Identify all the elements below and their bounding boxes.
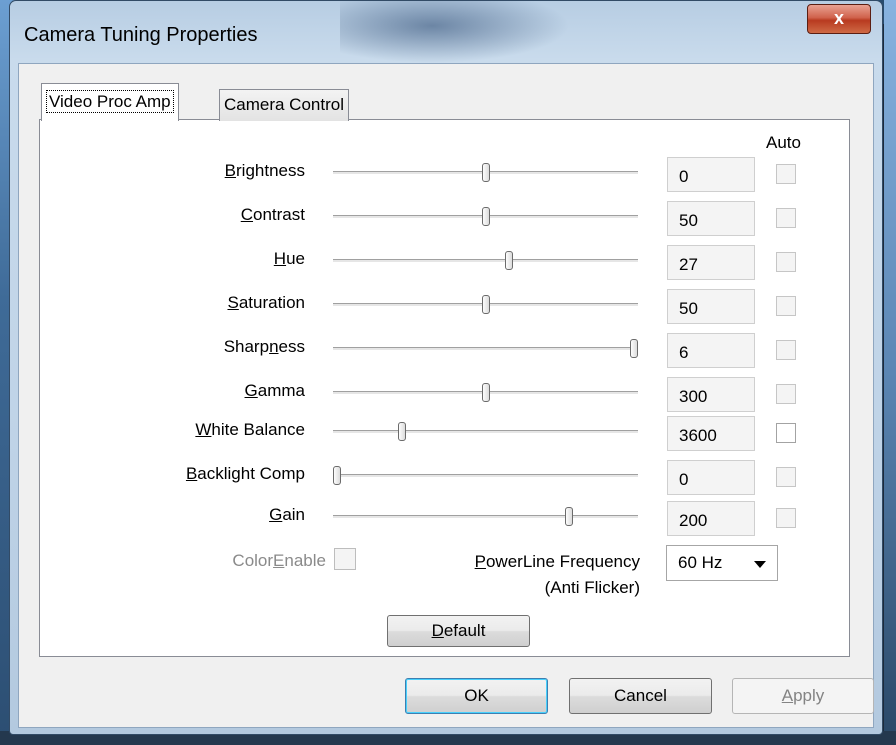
- hue-slider-thumb[interactable]: [505, 251, 514, 270]
- brightness-auto-checkbox[interactable]: [776, 164, 796, 184]
- default-button[interactable]: Default: [387, 615, 530, 647]
- gain-value[interactable]: 200: [667, 501, 755, 536]
- ok-button[interactable]: OK: [405, 678, 548, 714]
- backlight-comp-auto-checkbox[interactable]: [776, 467, 796, 487]
- sharpness-slider[interactable]: [333, 347, 638, 351]
- brightness-value[interactable]: 0: [667, 157, 755, 192]
- gain-slider-thumb[interactable]: [564, 507, 573, 526]
- hue-value[interactable]: 27: [667, 245, 755, 280]
- tab-video-proc-amp-label[interactable]: Video Proc Amp: [46, 90, 174, 113]
- hue-label: Hue: [273, 249, 305, 268]
- contrast-label: Contrast: [240, 205, 305, 224]
- tab-camera-control[interactable]: Camera Control: [219, 89, 349, 121]
- powerline-frequency-sublabel: (Anti Flicker): [544, 578, 640, 597]
- apply-button[interactable]: Apply: [732, 678, 874, 714]
- title-glass: [340, 1, 570, 63]
- powerline-frequency-select[interactable]: 60 Hz: [666, 545, 778, 581]
- hue-auto-checkbox[interactable]: [776, 252, 796, 272]
- sharpness-label: Sharpness: [223, 337, 305, 356]
- sharpness-auto-checkbox[interactable]: [776, 340, 796, 360]
- gamma-value[interactable]: 300: [667, 377, 755, 412]
- chevron-down-icon[interactable]: [754, 561, 766, 568]
- backlight-comp-value[interactable]: 0: [667, 460, 755, 495]
- gain-label: Gain: [269, 505, 305, 524]
- tab-video-proc-amp[interactable]: Video Proc Amp: [41, 83, 179, 121]
- powerline-frequency-value: 60 Hz: [678, 553, 723, 572]
- white-balance-label: White Balance: [195, 420, 305, 439]
- white-balance-value[interactable]: 3600: [667, 416, 755, 451]
- close-icon[interactable]: x: [834, 8, 844, 28]
- saturation-label: Saturation: [227, 293, 305, 312]
- background-window-right: [884, 0, 896, 745]
- gain-auto-checkbox[interactable]: [776, 508, 796, 528]
- gamma-slider-thumb[interactable]: [481, 383, 490, 402]
- close-button[interactable]: x: [807, 4, 871, 34]
- contrast-value[interactable]: 50: [667, 201, 755, 236]
- sharpness-value[interactable]: 6: [667, 333, 755, 368]
- backlight-comp-slider-thumb[interactable]: [333, 466, 341, 485]
- saturation-auto-checkbox[interactable]: [776, 296, 796, 316]
- gamma-label: Gamma: [244, 381, 305, 400]
- color-enable-label: ColorEnable: [232, 551, 326, 570]
- tab-camera-control-label[interactable]: Camera Control: [224, 95, 344, 114]
- contrast-auto-checkbox[interactable]: [776, 208, 796, 228]
- auto-column-header: Auto: [766, 133, 801, 152]
- white-balance-slider[interactable]: [333, 430, 638, 434]
- dialog-title: Camera Tuning Properties: [24, 24, 258, 46]
- white-balance-slider-thumb[interactable]: [398, 422, 407, 441]
- color-enable-checkbox[interactable]: [334, 548, 356, 570]
- backlight-comp-label: Backlight Comp: [185, 464, 305, 483]
- hue-slider[interactable]: [333, 259, 638, 263]
- contrast-slider-thumb[interactable]: [481, 207, 490, 226]
- white-balance-auto-checkbox[interactable]: [776, 423, 796, 443]
- backlight-comp-slider[interactable]: [333, 474, 638, 478]
- saturation-value[interactable]: 50: [667, 289, 755, 324]
- brightness-label: Brightness: [224, 161, 305, 180]
- gamma-auto-checkbox[interactable]: [776, 384, 796, 404]
- cancel-button[interactable]: Cancel: [569, 678, 712, 714]
- sharpness-slider-thumb[interactable]: [630, 339, 638, 358]
- saturation-slider-thumb[interactable]: [481, 295, 490, 314]
- brightness-slider-thumb[interactable]: [481, 163, 490, 182]
- gain-slider[interactable]: [333, 515, 638, 519]
- powerline-frequency-label: PowerLine Frequency (Anti Flicker): [400, 549, 640, 601]
